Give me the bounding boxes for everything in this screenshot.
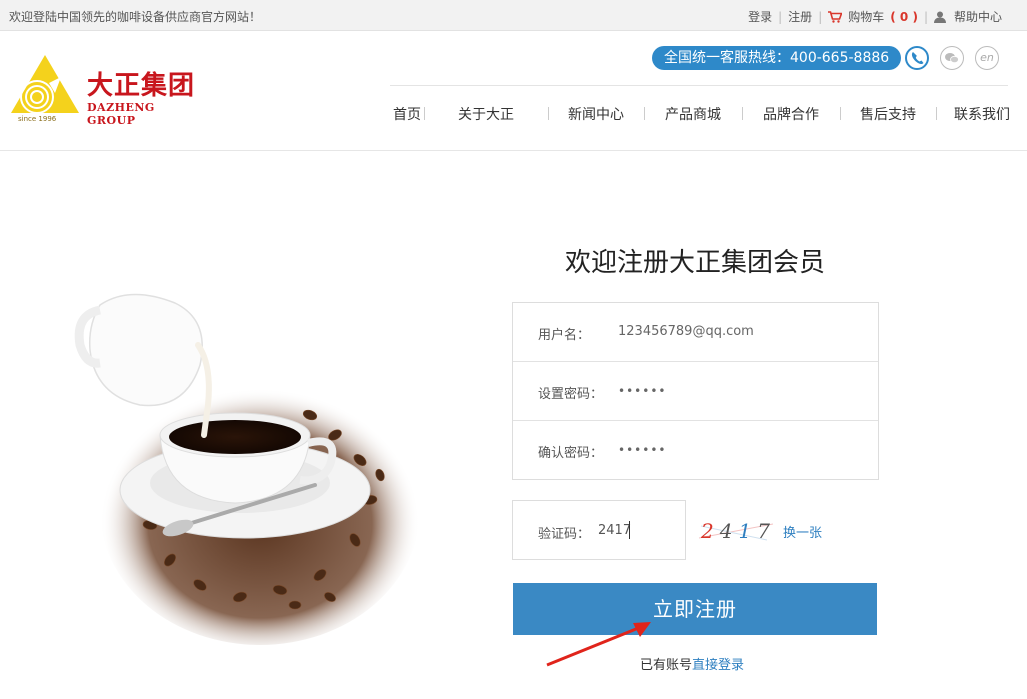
phone-icon[interactable]: [905, 46, 929, 70]
captcha-refresh-link[interactable]: 换一张: [783, 522, 822, 541]
captcha-glyph: 2: [700, 519, 720, 543]
password-field[interactable]: 设置密码： ••••••: [513, 362, 878, 421]
login-link[interactable]: 登录: [748, 8, 772, 25]
captcha-glyph: 7: [757, 519, 775, 543]
register-title: 欢迎注册大正集团会员: [564, 248, 825, 278]
cart-icon[interactable]: [828, 10, 843, 23]
captcha-glyph: 1: [738, 519, 757, 543]
password-input[interactable]: ••••••: [618, 384, 666, 398]
logo-name-en: DAZHENG GROUP: [87, 101, 155, 127]
nav-item-about[interactable]: 关于大正: [424, 104, 548, 124]
svg-text:2417: 2417: [700, 519, 775, 543]
register-form: 用户名： 123456789@qq.com 设置密码： •••••• 确认密码：…: [512, 302, 879, 480]
captcha-label: 验证码：: [538, 527, 591, 542]
username-label: 用户名：: [538, 328, 591, 343]
wechat-icon[interactable]: [940, 46, 964, 70]
hotline-badge: 全国统一客服热线：400-665-8886: [652, 46, 902, 70]
nav-item-service[interactable]: 售后支持: [840, 104, 936, 124]
confirm-password-input[interactable]: ••••••: [618, 443, 666, 457]
nav-item-contact[interactable]: 联系我们: [936, 104, 1010, 124]
confirm-password-field[interactable]: 确认密码： ••••••: [513, 421, 878, 480]
pointer-arrow-icon: [546, 622, 651, 667]
confirm-password-label: 确认密码：: [538, 446, 604, 461]
welcome-text: 欢迎登陆中国领先的咖啡设备供应商官方网站！: [9, 10, 262, 24]
user-icon: [933, 11, 948, 23]
header: 大正集团 DAZHENG GROUP since 1996 全国统一客服热线：4…: [0, 31, 1027, 151]
captcha-input[interactable]: 2417: [598, 523, 631, 538]
text-cursor: [629, 521, 630, 539]
separator: |: [818, 9, 823, 24]
logo-mark-icon: [11, 55, 79, 114]
main-nav: 首页 关于大正 新闻中心 产品商城 品牌合作 售后支持 联系我们: [390, 104, 1010, 124]
separator: |: [923, 9, 928, 24]
nav-item-brand[interactable]: 品牌合作: [742, 104, 840, 124]
logo-name-cn: 大正集团: [87, 71, 196, 101]
top-links: 登录 | 注册 | 购物车 ( 0 ) | 帮助中心: [748, 8, 1002, 25]
cart-link[interactable]: 购物车: [848, 8, 884, 25]
coffee-illustration: [60, 285, 420, 645]
nav-divider: [390, 85, 1008, 86]
captcha-field[interactable]: 验证码： 2417: [512, 500, 686, 560]
english-version-icon[interactable]: en: [975, 46, 999, 70]
top-bar: 欢迎登陆中国领先的咖啡设备供应商官方网站！ 登录 | 注册 | 购物车 ( 0 …: [0, 0, 1027, 31]
logo[interactable]: 大正集团 DAZHENG GROUP since 1996: [9, 53, 199, 129]
username-field[interactable]: 用户名： 123456789@qq.com: [513, 303, 878, 362]
login-tip: 已有账号直接登录: [640, 654, 744, 673]
direct-login-link[interactable]: 直接登录: [692, 658, 744, 673]
nav-item-home[interactable]: 首页: [390, 104, 424, 124]
username-input[interactable]: 123456789@qq.com: [618, 324, 754, 339]
help-center-link[interactable]: 帮助中心: [954, 8, 1002, 25]
register-link[interactable]: 注册: [788, 8, 812, 25]
logo-since: since 1996: [18, 115, 57, 123]
captcha-image[interactable]: 2417: [697, 518, 775, 544]
nav-item-products[interactable]: 产品商城: [644, 104, 742, 124]
separator: |: [778, 9, 783, 24]
captcha-glyph: 4: [719, 519, 739, 543]
password-label: 设置密码：: [538, 387, 604, 402]
cart-count: ( 0 ): [890, 9, 918, 24]
nav-item-news[interactable]: 新闻中心: [548, 104, 644, 124]
